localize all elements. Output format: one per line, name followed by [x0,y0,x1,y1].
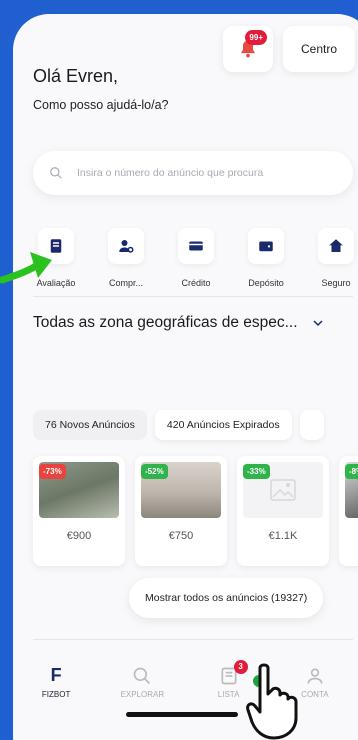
category-label: Compr... [108,278,143,288]
listing-carousel: -73% €900 -52% €750 -33% €1.1K -8% [33,456,358,566]
tab-label: LISTA [217,689,240,699]
wallet-icon [248,228,284,264]
category-deposit[interactable]: Depósito [231,228,301,288]
discount-badge: -73% [39,464,66,479]
pointing-hand-icon [246,663,298,740]
home-indicator [126,712,238,717]
listing-card[interactable]: -73% €900 [33,456,125,566]
category-insurance[interactable]: Seguro [301,228,358,288]
fizbot-logo-icon: F [50,665,62,685]
user-search-icon [108,228,144,264]
chevron-down-icon [313,320,323,327]
discount-badge: -33% [243,464,270,479]
listing-price: €750 [168,530,194,542]
expired-ads-pill[interactable]: 420 Anúncios Expirados [154,410,292,440]
category-row: Avaliação Compr... Crédito Depósito Segu… [21,228,358,288]
listing-price: €1.1K [268,530,298,542]
category-buy[interactable]: Compr... [91,228,161,288]
green-arrow-icon [0,252,52,284]
image-placeholder-icon [270,479,296,501]
phone-screen: 99+ Centro Olá Evren, Como posso ajudá-l… [13,14,358,740]
category-label: Crédito [181,278,211,288]
category-credit[interactable]: Crédito [161,228,231,288]
category-label: Depósito [248,278,284,288]
listing-card[interactable]: -8% [339,456,358,566]
listing-price: €900 [66,530,92,542]
centro-button[interactable]: Centro [283,26,356,72]
tab-explorar[interactable]: EXPLORAR [107,666,177,699]
search-icon [50,167,62,179]
notifications-button[interactable]: 99+ [223,26,273,72]
listing-card[interactable]: -52% €750 [135,456,227,566]
greeting-title: Olá Evren, [33,66,119,86]
zone-title: Todas as zona geográficas de espec... [33,314,298,331]
tab-label: FIZBOT [41,690,71,699]
search-icon [134,667,151,684]
home-shield-icon [318,228,354,264]
divider [33,639,353,640]
tab-fizbot[interactable]: F FIZBOT [21,665,91,699]
top-bar: 99+ Centro [223,26,356,72]
zone-selector[interactable]: Todas as zona geográficas de espec... [33,314,324,332]
greeting-subtitle: Como posso ajudá-lo/a? [33,98,169,112]
category-label: Seguro [321,278,351,288]
discount-badge: -8% [345,464,358,479]
divider [33,296,353,297]
credit-card-icon [178,228,214,264]
search-placeholder: Insira o número do anúncio que procura [77,167,264,179]
tab-label: EXPLORAR [120,689,165,699]
more-pill[interactable] [299,410,324,440]
new-ads-pill[interactable]: 76 Novos Anúncios [33,410,147,440]
filter-pills: 76 Novos Anúncios 420 Anúncios Expirados [33,410,324,440]
notification-badge: 99+ [245,30,267,45]
show-all-listings-button[interactable]: Mostrar todos os anúncios (19327) [129,578,324,618]
discount-badge: -52% [141,464,168,479]
listing-card[interactable]: -33% €1.1K [237,456,329,566]
search-input[interactable]: Insira o número do anúncio que procura [33,151,353,195]
